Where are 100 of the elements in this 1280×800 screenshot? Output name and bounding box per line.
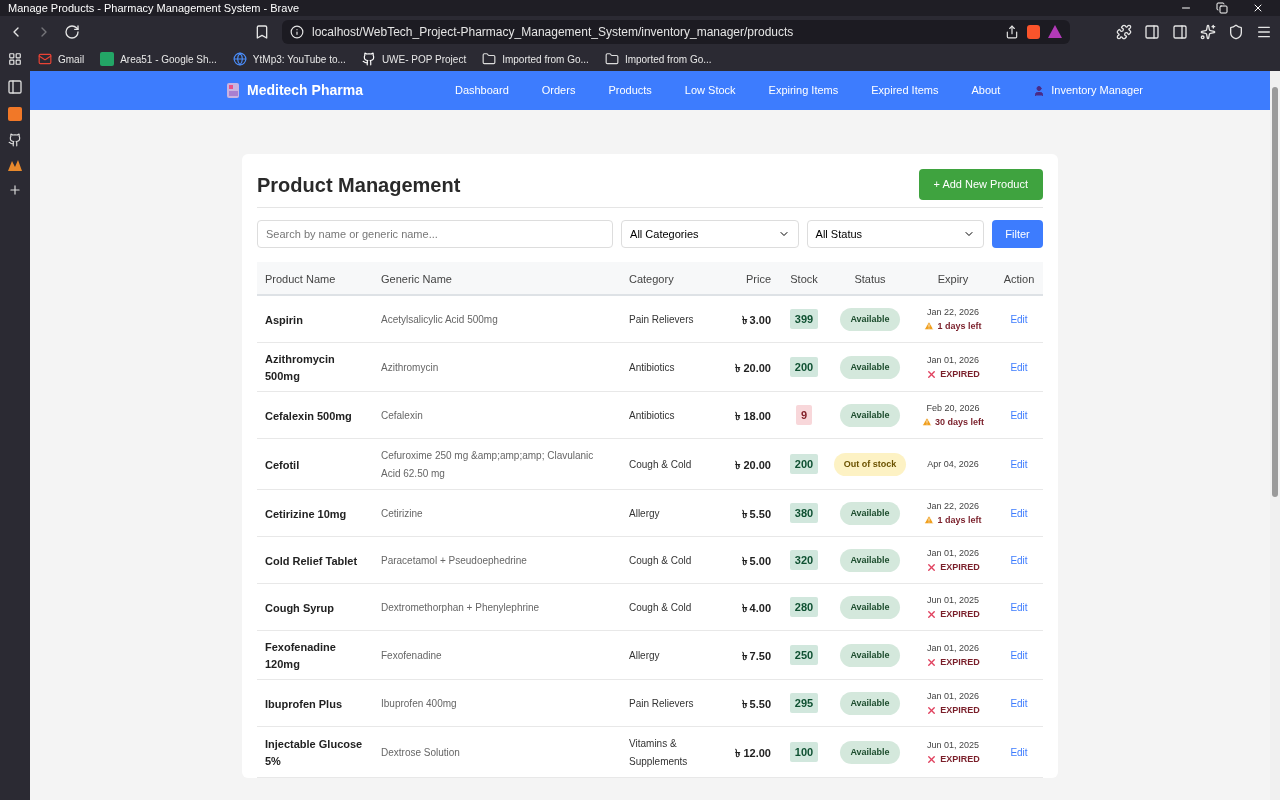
bookmark-item[interactable]: YtMp3: YouTube to... <box>232 51 346 67</box>
shield-icon[interactable] <box>1228 23 1244 40</box>
expiry-date: Apr 04, 2026 <box>927 458 979 471</box>
expired-label: EXPIRED <box>940 656 980 669</box>
brand-name[interactable]: Meditech Pharma <box>247 80 363 101</box>
nav-link[interactable]: Products <box>608 82 652 99</box>
edit-link[interactable]: Edit <box>1010 410 1028 421</box>
generic-name: Cefuroxime 250 mg &amp;amp;amp; Clavulanic Acid 62.50 mg <box>381 450 594 479</box>
price-text: ৳ 18.00 <box>735 409 771 422</box>
bookmark-item[interactable]: Gmail <box>38 51 85 67</box>
search-panel-icon[interactable] <box>1144 23 1160 40</box>
restore-icon[interactable] <box>1216 2 1228 14</box>
category-text: Cough & Cold <box>629 459 692 470</box>
address-bar[interactable]: localhost/WebTech_Project-Pharmacy_Management_System/inventory_manager/products <box>282 19 1070 44</box>
edit-link[interactable]: Edit <box>1010 508 1028 519</box>
price-text: ৳ 3.00 <box>741 313 771 326</box>
warning-icon <box>922 417 932 427</box>
edit-link[interactable]: Edit <box>1010 698 1028 709</box>
edit-link[interactable]: Edit <box>1010 314 1028 325</box>
cross-icon <box>926 608 938 620</box>
generic-name: Cefalexin <box>381 410 423 421</box>
edit-link[interactable]: Edit <box>1010 602 1028 613</box>
nav-link[interactable]: About <box>971 82 1001 99</box>
bookmark-item[interactable]: UWE- POP Project <box>361 51 467 67</box>
share-icon[interactable] <box>1005 24 1019 39</box>
status-badge: Available <box>840 403 900 427</box>
expired-label: EXPIRED <box>940 561 980 574</box>
category-text: Cough & Cold <box>629 555 692 566</box>
sidebar-icon[interactable] <box>1172 23 1188 40</box>
status-select[interactable]: All Status <box>806 220 985 248</box>
add-product-button[interactable]: + Add New Product <box>918 169 1043 200</box>
edit-link[interactable]: Edit <box>1010 747 1028 758</box>
product-name: Azithromycin 500mg <box>265 353 335 382</box>
triangle-icon[interactable] <box>1048 25 1062 38</box>
product-name: Cefotil <box>265 458 300 471</box>
edit-link[interactable]: Edit <box>1010 362 1028 373</box>
stock-badge: 9 <box>795 405 813 425</box>
edit-link[interactable]: Edit <box>1010 459 1028 470</box>
expiry-date: Jan 01, 2026 <box>926 547 979 560</box>
folder-icon <box>604 52 619 66</box>
user-menu-link[interactable]: Inventory Manager <box>1033 82 1143 99</box>
stock-badge: 295 <box>789 693 819 713</box>
expiry-date: Jun 01, 2025 <box>926 594 979 607</box>
search-field[interactable]: Search by name or generic name... <box>257 220 614 248</box>
stock-badge: 280 <box>789 597 819 617</box>
extensions-icon[interactable] <box>1116 23 1132 40</box>
stock-badge: 380 <box>789 503 819 523</box>
expiry-date: Jun 01, 2025 <box>926 739 979 752</box>
stock-badge: 200 <box>789 454 819 474</box>
expiry-date: Jan 01, 2026 <box>926 690 979 703</box>
scrollbar[interactable] <box>1270 71 1280 800</box>
status-badge: Available <box>840 307 900 331</box>
github-icon[interactable] <box>8 133 22 147</box>
edit-link[interactable]: Edit <box>1010 650 1028 661</box>
flame-icon[interactable] <box>8 159 22 171</box>
column-header: Price <box>745 273 771 285</box>
status-badge: Available <box>840 501 900 525</box>
info-icon <box>290 24 304 39</box>
nav-link[interactable]: Orders <box>541 82 576 99</box>
product-name: Cefalexin 500mg <box>265 409 352 422</box>
cross-icon <box>926 704 938 716</box>
nav-link[interactable]: Dashboard <box>454 82 509 99</box>
github-icon <box>361 52 376 66</box>
status-badge: Out of stock <box>833 452 907 476</box>
status-badge: Available <box>840 355 900 379</box>
stock-badge: 399 <box>789 309 819 329</box>
sparkle-icon[interactable] <box>1200 23 1216 40</box>
bookmark-item[interactable]: Imported from Go... <box>604 51 712 67</box>
user-icon <box>1033 84 1046 97</box>
bookmark-item[interactable]: Area51 - Google Sh... <box>100 51 217 67</box>
edit-link[interactable]: Edit <box>1010 555 1028 566</box>
expiry-date: Feb 20, 2026 <box>926 402 980 415</box>
sidebar-toggle-icon[interactable] <box>7 79 23 95</box>
add-icon[interactable] <box>8 183 22 197</box>
status-badge: Available <box>840 740 900 764</box>
product-name: Cetirizine 10mg <box>265 507 347 520</box>
nav-link[interactable]: Expiring Items <box>768 82 839 99</box>
apps-icon[interactable] <box>8 52 22 66</box>
bookmark-item[interactable]: Imported from Go... <box>482 51 589 67</box>
page-title: Product Management <box>257 172 461 198</box>
filter-button[interactable]: Filter <box>992 220 1043 248</box>
generic-name: Dextrose Solution <box>381 747 460 758</box>
bookmark-icon[interactable] <box>254 23 270 40</box>
product-name: Cough Syrup <box>265 601 335 614</box>
nav-link[interactable]: Low Stock <box>684 82 736 99</box>
product-name: Injectable Glucose 5% <box>265 738 363 767</box>
cross-icon <box>926 753 938 765</box>
price-text: ৳ 4.00 <box>741 601 771 614</box>
reload-icon[interactable] <box>64 23 80 40</box>
status-badge: Available <box>840 595 900 619</box>
product-name: Cold Relief Tablet <box>265 554 358 567</box>
generic-name: Dextromethorphan + Phenylephrine <box>381 602 540 613</box>
status-badge: Available <box>840 643 900 667</box>
expired-label: EXPIRED <box>940 704 980 717</box>
stock-badge: 320 <box>789 550 819 570</box>
nav-link[interactable]: Expired Items <box>871 82 939 99</box>
price-text: ৳ 5.00 <box>741 554 771 567</box>
category-select[interactable]: All Categories <box>621 220 799 248</box>
close-icon[interactable] <box>1252 2 1264 14</box>
generic-name: Paracetamol + Pseudoephedrine <box>381 555 527 566</box>
